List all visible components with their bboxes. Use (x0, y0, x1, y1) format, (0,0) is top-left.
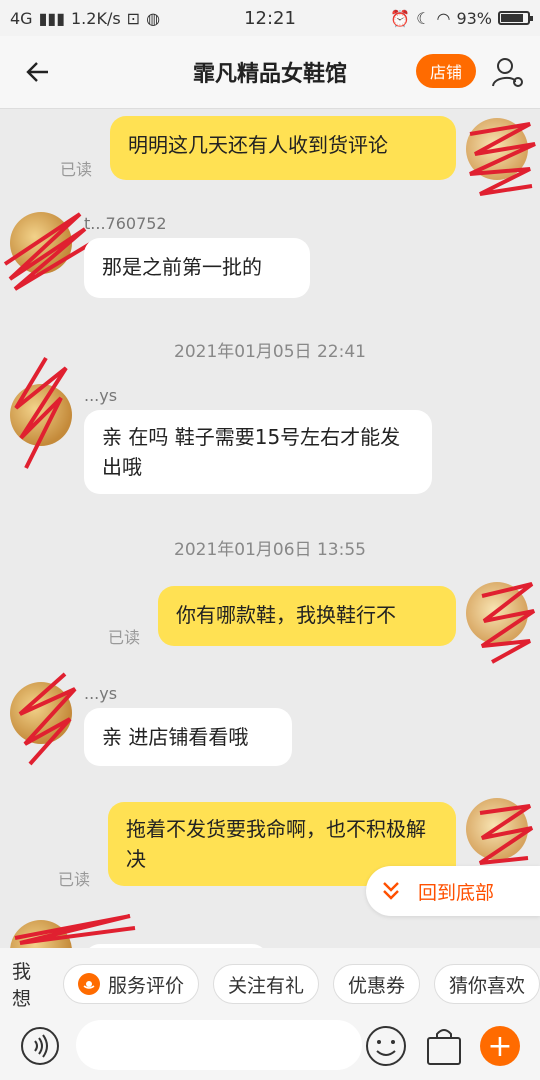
user-settings-button[interactable] (490, 54, 526, 90)
message-bubble[interactable]: 明明这几天还有人收到货评论 (110, 116, 456, 180)
sender-name: ...ys (84, 684, 118, 703)
network-type: 4G (10, 8, 33, 28)
chip-label: 服务评价 (107, 974, 184, 997)
emoji-button[interactable] (364, 1024, 408, 1068)
chat-header: 霏凡精品女鞋馆 店铺 (0, 36, 540, 109)
chip-label: 关注有礼 (227, 974, 304, 997)
read-status: 已读 (58, 870, 91, 889)
sender-name: t...760752 (84, 214, 167, 233)
message-bubble[interactable]: 亲 进店铺看看哦 (84, 708, 292, 766)
smiley-icon (366, 1026, 406, 1066)
message-bubble[interactable]: 那是之前第一批的 (84, 238, 310, 298)
quick-reply-label: 我想 (12, 961, 32, 1010)
my-avatar[interactable] (466, 798, 528, 860)
seller-avatar[interactable] (10, 920, 72, 948)
message-bubble[interactable]: 亲 在吗 鞋子需要15号左右才能发出哦 (84, 410, 432, 494)
message-input[interactable] (76, 1020, 362, 1070)
seller-avatar[interactable] (10, 682, 72, 744)
voice-button[interactable] (20, 1026, 60, 1066)
network-speed: 1.2K/s (71, 8, 121, 28)
voice-icon (21, 1027, 59, 1065)
shopping-bag-icon (427, 1029, 461, 1065)
wifi-icon: ◠ (436, 8, 451, 28)
clock: 12:21 (244, 7, 296, 29)
plus-icon: + (487, 1028, 513, 1064)
read-status: 已读 (108, 628, 141, 647)
moon-icon: ☾ (416, 8, 431, 28)
double-chevron-down-icon (383, 882, 399, 900)
seller-avatar[interactable] (10, 212, 72, 274)
battery-percent: 93% (456, 8, 492, 28)
chip-label: 猜你喜欢 (448, 974, 525, 997)
user-settings-icon (492, 58, 523, 87)
chip-service-review[interactable]: 服务评价 (62, 964, 199, 1004)
battery-icon (498, 11, 533, 25)
message-bubble[interactable]: 你有哪款鞋，我换鞋行不 (158, 586, 456, 646)
status-bar: 4G ▮▮▮ 1.2K/s ⊡ ◍ 12:21 ⏰ ☾ ◠ 93% (0, 0, 540, 36)
shopping-bag-button[interactable] (422, 1024, 466, 1068)
alarm-icon: ⏰ (390, 8, 411, 28)
my-avatar[interactable] (466, 582, 528, 644)
chat-list[interactable]: 已读 明明这几天还有人收到货评论 t...760752 那是之前第一批的 202… (0, 108, 540, 948)
quick-reply-bar: 我想 服务评价 关注有礼 优惠券 猜你喜欢 (0, 948, 540, 1020)
timestamp: 2021年01月05日 22:41 (174, 342, 366, 362)
read-status: 已读 (60, 160, 93, 179)
wechat-icon: ◍ (146, 8, 161, 28)
flower-icon (77, 973, 100, 995)
scroll-to-bottom-button[interactable]: 回到底部 (366, 866, 540, 916)
my-avatar[interactable] (466, 118, 528, 180)
plus-button[interactable]: + (480, 1026, 520, 1066)
sender-name: ...ys (84, 386, 118, 405)
notification-icon: ⊡ (126, 8, 141, 28)
input-bar: + (0, 1020, 540, 1080)
shop-button[interactable]: 店铺 (416, 54, 476, 88)
seller-avatar[interactable] (10, 384, 72, 446)
chip-coupon[interactable]: 优惠券 (332, 964, 420, 1004)
timestamp: 2021年01月06日 13:55 (174, 540, 366, 560)
chip-follow-gift[interactable]: 关注有礼 (212, 964, 319, 1004)
scroll-to-bottom-label: 回到底部 (418, 881, 495, 904)
chip-label: 优惠券 (347, 974, 405, 997)
signal-icon: ▮▮▮ (38, 8, 65, 28)
chip-guess-you-like[interactable]: 猜你喜欢 (433, 964, 540, 1004)
